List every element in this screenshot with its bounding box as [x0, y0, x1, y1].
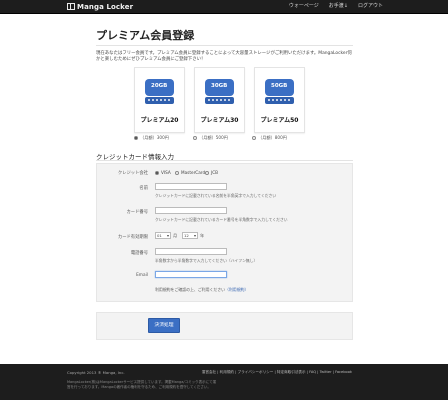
card-company-label: クレジット会社 [117, 171, 148, 176]
nav-link-logout[interactable]: ログアウト [358, 2, 383, 9]
card-number-label: カード番号 [126, 210, 148, 215]
name-input[interactable] [155, 183, 227, 190]
plan-name: プレミアム30 [200, 117, 239, 124]
card-number-input[interactable] [155, 207, 227, 214]
radio-mastercard[interactable] [175, 170, 179, 175]
plan-price-20[interactable]: （月額）300円 [134, 135, 169, 141]
footer-copyright: Copyright 2013 ® Manga, Inc. [67, 370, 125, 375]
storage-base-icon [265, 97, 294, 104]
email-input[interactable] [155, 271, 227, 278]
footer-links[interactable]: 運営会社 | 利用規約 | プライバシーポリシー | 特定商取引法表示 | FA… [202, 370, 352, 375]
card-option-visa[interactable]: VISA [155, 170, 171, 175]
storage-icon: 20GB [145, 79, 174, 96]
page-title: プレミアム会員登録 [96, 29, 195, 42]
plan-card-50[interactable]: 50GB プレミアム50 [254, 67, 305, 133]
submit-row [96, 312, 353, 340]
plan-radio-20[interactable] [134, 136, 138, 140]
email-label: Email [136, 273, 148, 278]
phone-label: 電話番号 [130, 251, 148, 256]
radio-visa[interactable] [155, 170, 159, 175]
plan-radio-50[interactable] [252, 136, 256, 140]
terms-note: 利用規約をご確認の上、ご利用ください（利用規約） [155, 287, 248, 293]
top-nav: ウォーページ お手渡↓ ログアウト [289, 2, 383, 9]
plan-price-30[interactable]: （月額）500円 [193, 135, 228, 141]
plan-price-text: （月額）800円 [258, 135, 287, 140]
phone-hint: 半角数字から半角数字で入力してください（ハイフン無し） [155, 258, 258, 263]
card-option-label: JCB [211, 170, 219, 175]
plan-radio-30[interactable] [193, 136, 197, 140]
plan-price-text: （月額）500円 [199, 135, 228, 140]
name-label: 名前 [139, 186, 148, 191]
plan-capacity: 20GB [151, 83, 168, 89]
card-option-label: VISA [161, 170, 171, 175]
terms-link[interactable]: （利用規約） [225, 287, 248, 292]
plan-card-30[interactable]: 30GB プレミアム30 [194, 67, 245, 133]
storage-base-icon [205, 97, 234, 104]
radio-jcb[interactable] [205, 170, 209, 175]
logo-icon [67, 3, 75, 10]
storage-base-icon [145, 97, 174, 104]
expiry-month-select[interactable]: 01 [155, 232, 171, 239]
page-description: 現在あなたはフリー会員です。プレミアム会員に登録することによって大容量ストレージ… [96, 51, 352, 62]
storage-icon: 30GB [205, 79, 234, 96]
expiry-label: カード有効期限 [117, 235, 148, 240]
plan-name: プレミアム50 [260, 117, 299, 124]
phone-input[interactable] [155, 248, 227, 255]
storage-icon: 50GB [265, 79, 294, 96]
plan-capacity: 30GB [211, 83, 228, 89]
name-hint: クレジットカードに記載されている名前を半角英字で入力してください [155, 193, 277, 198]
plan-price-text: （月額）300円 [140, 135, 169, 140]
card-option-mastercard[interactable]: MasterCard [175, 170, 205, 175]
card-option-jcb[interactable]: JCB [205, 170, 218, 175]
submit-payment-button[interactable]: 決済処理 [148, 318, 180, 333]
footer-legal: MangaLocker(株)はMangaLockerサービス提供しています。掲載… [67, 380, 217, 389]
card-number-hint: クレジットカードに記載されているカード番号を半角数字で入力してください [155, 217, 288, 222]
plan-list: 20GB プレミアム20 30GB プレミアム30 50GB プレミアム50 [134, 67, 305, 133]
plan-capacity: 50GB [271, 83, 288, 89]
site-logo[interactable]: Manga Locker [67, 2, 133, 11]
terms-note-text: 利用規約をご確認の上、ご利用ください [155, 287, 226, 292]
plan-name: プレミアム20 [140, 117, 179, 124]
title-divider [96, 45, 353, 46]
section-divider [96, 160, 353, 161]
nav-link-page[interactable]: ウォーページ [289, 2, 319, 9]
card-option-label: MasterCard [181, 170, 206, 175]
nav-link-menu[interactable]: お手渡↓ [329, 2, 348, 9]
expiry-month-unit: 月 [173, 233, 178, 238]
top-bar: Manga Locker ウォーページ お手渡↓ ログアウト [0, 0, 448, 14]
plan-card-20[interactable]: 20GB プレミアム20 [134, 67, 185, 133]
expiry-year-select[interactable]: 12 [182, 232, 198, 239]
expiry-year-unit: 年 [200, 233, 205, 238]
plan-price-50[interactable]: （月額）800円 [252, 135, 287, 141]
logo-text: Manga Locker [77, 2, 134, 11]
